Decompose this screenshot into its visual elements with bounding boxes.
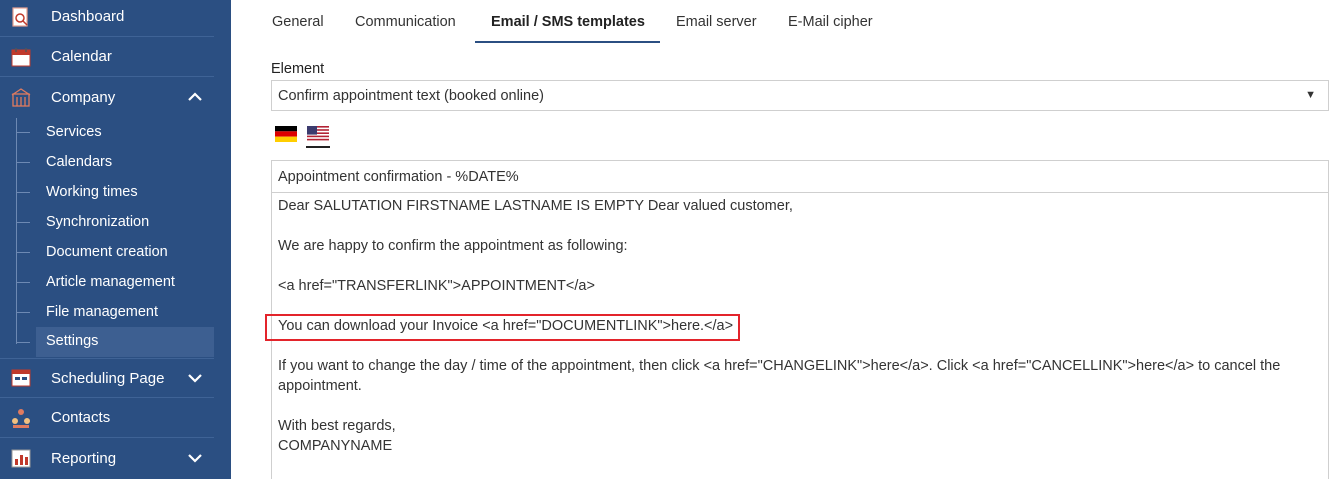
sidebar-item-label: Contacts xyxy=(51,409,111,426)
subject-field[interactable]: Appointment confirmation - %DATE% xyxy=(271,160,1329,193)
body-line: Dear SALUTATION FIRSTNAME LASTNAME IS EM… xyxy=(278,198,793,214)
sidebar-item-contacts[interactable]: Contacts xyxy=(0,398,214,438)
tab-general[interactable]: General xyxy=(272,14,324,30)
sidebar-subitem-label: Calendars xyxy=(46,154,113,170)
element-select-value: Confirm appointment text (booked online) xyxy=(278,88,544,104)
tab-email-server[interactable]: Email server xyxy=(676,14,757,30)
us-flag-icon[interactable] xyxy=(307,126,329,142)
dropdown-caret-icon: ▼ xyxy=(1305,89,1316,101)
sidebar-item-scheduling-page[interactable]: Scheduling Page xyxy=(0,358,214,398)
body-line: With best regards, xyxy=(278,418,396,434)
tab-bar: General Communication Email / SMS templa… xyxy=(231,0,1340,44)
calendar-icon xyxy=(11,47,31,66)
body-line: appointment. xyxy=(278,378,362,394)
contacts-icon xyxy=(12,408,30,428)
sidebar-subitem-working-times[interactable]: Working times xyxy=(0,178,214,208)
sidebar-item-label: Company xyxy=(51,88,116,106)
sidebar-item-label: Calendar xyxy=(51,48,112,65)
reporting-icon xyxy=(11,449,31,468)
tab-communication[interactable]: Communication xyxy=(355,14,456,30)
sidebar-item-label: Scheduling Page xyxy=(51,369,165,387)
sidebar-subitem-calendars[interactable]: Calendars xyxy=(0,148,214,178)
selected-language-indicator xyxy=(306,146,330,148)
body-line: COMPANYNAME xyxy=(278,438,393,454)
sidebar-subitem-label: Synchronization xyxy=(46,214,150,230)
body-line: If you want to change the day / time of … xyxy=(278,358,1281,374)
sidebar-subitem-settings[interactable]: Settings xyxy=(36,327,214,357)
sidebar-item-calendar[interactable]: Calendar xyxy=(0,37,214,77)
sidebar-subitem-file-management[interactable]: File management xyxy=(0,298,214,328)
sidebar-subitem-label: Document creation xyxy=(46,244,168,260)
sidebar-subitem-label: Working times xyxy=(46,184,138,200)
sidebar-subitem-services[interactable]: Services xyxy=(0,118,214,148)
sidebar-subitem-label: Settings xyxy=(46,333,99,349)
body-line: We are happy to confirm the appointment … xyxy=(278,238,628,254)
sidebar-subitem-label: Article management xyxy=(46,274,175,290)
scheduling-page-icon xyxy=(11,369,31,387)
main-content: General Communication Email / SMS templa… xyxy=(231,0,1340,479)
company-icon xyxy=(11,88,31,107)
german-flag-icon[interactable] xyxy=(275,126,297,142)
highlight-annotation xyxy=(265,314,740,341)
element-select[interactable]: Confirm appointment text (booked online)… xyxy=(271,80,1329,111)
sidebar-item-label: Dashboard xyxy=(51,8,125,25)
sidebar-subitem-label: File management xyxy=(46,304,159,320)
body-line: <a href="TRANSFERLINK">APPOINTMENT</a> xyxy=(278,278,595,294)
subject-text: Appointment confirmation - %DATE% xyxy=(278,169,519,185)
sidebar-subitem-label: Services xyxy=(46,124,102,140)
chevron-up-icon[interactable] xyxy=(186,88,204,106)
active-tab-indicator xyxy=(475,41,660,43)
element-label: Element xyxy=(271,61,325,77)
sidebar-item-company[interactable]: Company xyxy=(0,77,214,117)
tab-email-cipher[interactable]: E-Mail cipher xyxy=(788,14,873,30)
sidebar-item-reporting[interactable]: Reporting xyxy=(0,438,214,478)
tree-tick xyxy=(16,342,30,343)
sidebar: Dashboard Calendar Company Services Cale… xyxy=(0,0,231,479)
chevron-down-icon[interactable] xyxy=(186,449,204,467)
chevron-down-icon[interactable] xyxy=(186,369,204,387)
sidebar-subitem-synchronization[interactable]: Synchronization xyxy=(0,208,214,238)
tab-email-sms-templates[interactable]: Email / SMS templates xyxy=(491,14,645,30)
sidebar-item-label: Reporting xyxy=(51,449,117,467)
dashboard-icon xyxy=(12,6,28,27)
sidebar-subitem-document-creation[interactable]: Document creation xyxy=(0,238,214,268)
sidebar-item-dashboard[interactable]: Dashboard xyxy=(0,0,214,37)
sidebar-subitem-article-management[interactable]: Article management xyxy=(0,268,214,298)
